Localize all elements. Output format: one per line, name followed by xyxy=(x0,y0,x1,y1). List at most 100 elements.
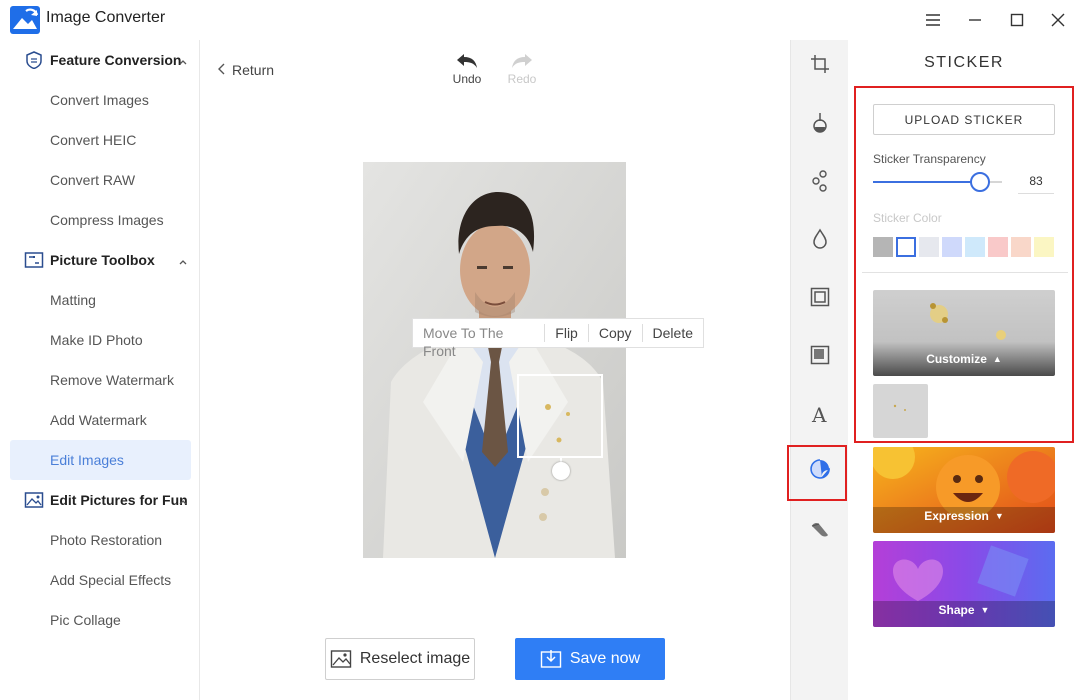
sticker-color-label: Sticker Color xyxy=(873,211,942,225)
svg-text:A: A xyxy=(811,403,827,425)
delete-option[interactable]: Delete xyxy=(643,324,703,342)
save-label: Save now xyxy=(569,650,641,667)
sidebar-item-label: Pic Collage xyxy=(50,612,121,628)
slider-thumb[interactable] xyxy=(970,172,991,192)
undo-icon xyxy=(457,54,477,68)
sidebar-item-photo-restoration[interactable]: Photo Restoration xyxy=(10,520,191,560)
sidebar-item-remove-watermark[interactable]: Remove Watermark xyxy=(10,360,191,400)
fun-pictures-icon xyxy=(24,491,44,509)
sidebar-item-matting[interactable]: Matting xyxy=(10,280,191,320)
sidebar-item-label: Photo Restoration xyxy=(50,532,163,548)
save-now-button[interactable]: Save now xyxy=(515,638,665,680)
flip-option[interactable]: Flip xyxy=(545,324,589,342)
download-icon xyxy=(540,650,562,668)
sidebar-item-add-watermark[interactable]: Add Watermark xyxy=(10,400,191,440)
sticker-selection-box[interactable] xyxy=(517,374,603,458)
sidebar-item-compress-images[interactable]: Compress Images xyxy=(10,200,191,240)
title-bar: Image Converter xyxy=(0,0,1080,40)
sidebar-group-picture-toolbox[interactable]: Picture Toolbox xyxy=(0,240,200,280)
sidebar-item-label: Add Watermark xyxy=(50,412,147,428)
sticker-thumbnail[interactable] xyxy=(873,384,928,438)
sidebar-item-edit-images[interactable]: Edit Images xyxy=(10,440,191,480)
color-swatch[interactable] xyxy=(919,237,939,257)
sidebar-item-convert-images[interactable]: Convert Images xyxy=(10,80,191,120)
category-card-shape[interactable]: Shape ▼ xyxy=(873,541,1055,627)
reselect-label: Reselect image xyxy=(359,650,471,667)
conversion-icon xyxy=(24,51,44,70)
crop-icon[interactable] xyxy=(808,52,832,76)
sidebar: Feature Conversion Convert Images Conver… xyxy=(0,40,200,700)
panel-divider xyxy=(862,272,1068,273)
color-swatch[interactable] xyxy=(896,237,916,257)
drop-icon[interactable] xyxy=(808,227,832,251)
frame-icon[interactable] xyxy=(808,285,832,309)
chevron-left-icon xyxy=(218,62,226,78)
sidebar-group-label: Edit Pictures for Fun xyxy=(50,492,188,508)
rotate-handle[interactable] xyxy=(552,462,570,480)
color-swatch[interactable] xyxy=(873,237,893,257)
sidebar-group-edit-pictures-for-fun[interactable]: Edit Pictures for Fun xyxy=(0,480,200,520)
sidebar-item-label: Compress Images xyxy=(50,212,164,228)
photo-canvas[interactable] xyxy=(363,162,626,558)
category-card-customize[interactable]: Customize ▲ xyxy=(873,290,1055,376)
chevron-down-icon: ▼ xyxy=(994,511,1004,521)
category-label: Customize ▲ xyxy=(926,352,1002,366)
undo-button[interactable]: Undo xyxy=(447,52,487,86)
chevron-up-icon xyxy=(178,254,188,265)
app-title: Image Converter xyxy=(46,9,166,26)
transparency-label: Sticker Transparency xyxy=(873,152,986,166)
sidebar-item-label: Matting xyxy=(50,292,96,308)
text-icon[interactable]: A xyxy=(808,402,832,426)
return-button[interactable]: Return xyxy=(218,62,274,78)
image-icon xyxy=(330,650,352,668)
return-label: Return xyxy=(232,62,275,78)
sidebar-item-label: Convert HEIC xyxy=(50,132,137,148)
category-card-expression[interactable]: Expression ▼ xyxy=(873,447,1055,533)
color-swatch[interactable] xyxy=(988,237,1008,257)
move-to-front-option[interactable]: Move To The Front xyxy=(413,324,546,359)
sidebar-item-make-id-photo[interactable]: Make ID Photo xyxy=(10,320,191,360)
menu-icon[interactable] xyxy=(919,6,947,34)
tool-column: A xyxy=(790,40,848,700)
reselect-image-button[interactable]: Reselect image xyxy=(325,638,475,680)
filter-icon[interactable] xyxy=(808,169,832,193)
sticker-context-menu: Move To The Front Flip Copy Delete xyxy=(412,318,704,359)
sidebar-group-label: Picture Toolbox xyxy=(50,252,155,268)
chevron-up-icon xyxy=(178,494,188,505)
brush-icon[interactable] xyxy=(808,517,832,541)
color-swatch[interactable] xyxy=(942,237,962,257)
minimize-icon[interactable] xyxy=(961,6,989,34)
redo-icon xyxy=(512,54,532,68)
color-swatch[interactable] xyxy=(1011,237,1031,257)
redo-button[interactable]: Redo xyxy=(502,52,542,86)
slider-fill xyxy=(873,181,981,183)
panel-title: STICKER xyxy=(924,54,1004,71)
sidebar-item-label: Convert Images xyxy=(50,92,149,108)
copy-option[interactable]: Copy xyxy=(589,324,643,342)
sidebar-group-label: Feature Conversion xyxy=(50,52,182,68)
sidebar-group-feature-conversion[interactable]: Feature Conversion xyxy=(0,40,200,80)
adjust-icon[interactable] xyxy=(808,111,832,135)
sticker-tool-highlight xyxy=(787,445,847,501)
category-label: Expression ▼ xyxy=(924,509,1004,523)
chevron-up-icon xyxy=(178,54,188,65)
chevron-down-icon: ▼ xyxy=(980,605,990,615)
sticker-color-swatches xyxy=(873,237,1054,257)
sidebar-item-convert-raw[interactable]: Convert RAW xyxy=(10,160,191,200)
redo-label: Redo xyxy=(507,72,537,86)
color-swatch[interactable] xyxy=(965,237,985,257)
sidebar-item-pic-collage[interactable]: Pic Collage xyxy=(10,600,191,640)
transparency-value[interactable]: 83 xyxy=(1018,168,1054,194)
sidebar-item-label: Add Special Effects xyxy=(50,572,172,588)
upload-sticker-button[interactable]: UPLOAD STICKER xyxy=(873,104,1055,135)
sidebar-item-label: Edit Images xyxy=(50,452,124,468)
sidebar-item-label: Convert RAW xyxy=(50,172,136,188)
transparency-slider[interactable] xyxy=(873,172,1002,192)
sidebar-item-add-special-effects[interactable]: Add Special Effects xyxy=(10,560,191,600)
maximize-icon[interactable] xyxy=(1003,6,1031,34)
color-swatch[interactable] xyxy=(1034,237,1054,257)
border-icon[interactable] xyxy=(808,343,832,367)
close-icon[interactable] xyxy=(1044,6,1072,34)
sidebar-item-label: Make ID Photo xyxy=(50,332,143,348)
sidebar-item-convert-heic[interactable]: Convert HEIC xyxy=(10,120,191,160)
